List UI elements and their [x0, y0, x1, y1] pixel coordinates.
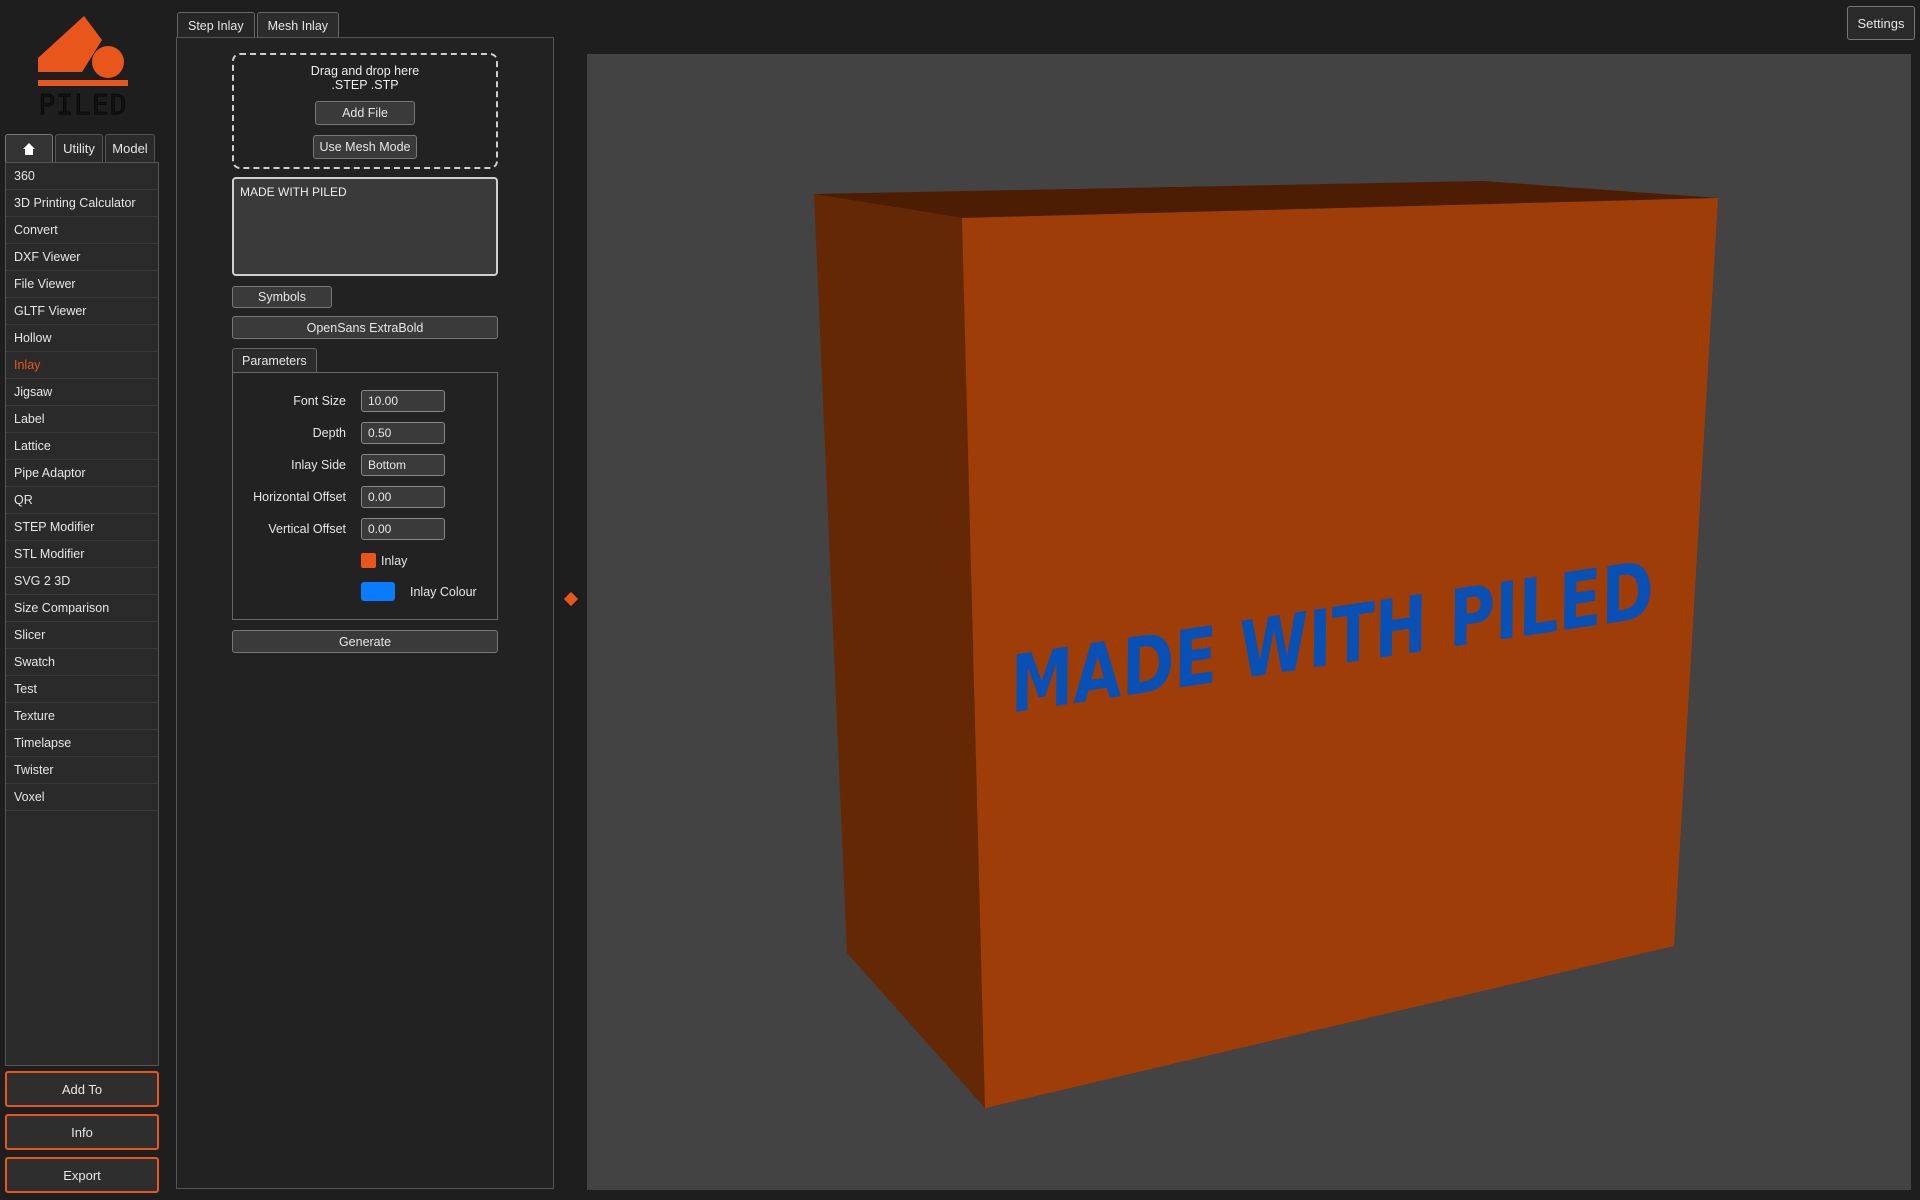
horizontal-offset-label: Horizontal Offset [253, 490, 346, 504]
info-button[interactable]: Info [5, 1114, 159, 1150]
tool-item-stl-modifier[interactable]: STL Modifier [6, 541, 158, 568]
tool-item-svg-2-3d[interactable]: SVG 2 3D [6, 568, 158, 595]
add-to-button[interactable]: Add To [5, 1071, 159, 1107]
add-file-button[interactable]: Add File [315, 101, 415, 125]
tool-item-hollow[interactable]: Hollow [6, 325, 158, 352]
tool-item-dxf-viewer[interactable]: DXF Viewer [6, 244, 158, 271]
3d-viewport[interactable]: MADE WITH PILED [587, 54, 1911, 1190]
home-icon [23, 142, 35, 155]
tool-item-twister[interactable]: Twister [6, 757, 158, 784]
inlay-colour-label: Inlay Colour [410, 585, 477, 599]
tool-list: 360 3D Printing Calculator Convert DXF View… [5, 162, 159, 1066]
tool-item-label[interactable]: Label [6, 406, 158, 433]
tab-utility[interactable]: Utility [55, 134, 103, 162]
tab-model[interactable]: Model [105, 134, 155, 162]
dropzone-instructions: Drag and drop here [310, 64, 420, 78]
depth-field[interactable] [361, 422, 445, 444]
tool-item-voxel[interactable]: Voxel [6, 784, 158, 811]
use-mesh-mode-button[interactable]: Use Mesh Mode [313, 135, 417, 159]
tool-item-texture[interactable]: Texture [6, 703, 158, 730]
settings-button[interactable]: Settings [1847, 6, 1915, 40]
export-button[interactable]: Export [5, 1157, 159, 1193]
tool-item-360[interactable]: 360 [6, 163, 158, 190]
tool-item-file-viewer[interactable]: File Viewer [6, 271, 158, 298]
horizontal-offset-field[interactable] [361, 486, 445, 508]
vertical-offset-field[interactable] [361, 518, 445, 540]
inlay-color-swatch[interactable] [361, 553, 376, 568]
logo-text: PILED [38, 88, 127, 118]
generate-button[interactable]: Generate [232, 630, 498, 653]
symbols-button[interactable]: Symbols [232, 286, 332, 308]
font-select-button[interactable]: OpenSans ExtraBold [232, 316, 498, 339]
tool-item-step-modifier[interactable]: STEP Modifier [6, 514, 158, 541]
tool-item-pipe-adaptor[interactable]: Pipe Adaptor [6, 460, 158, 487]
inlay-side-label: Inlay Side [291, 458, 346, 472]
depth-label: Depth [312, 426, 346, 440]
tool-item-gltf-viewer[interactable]: GLTF Viewer [6, 298, 158, 325]
tab-home[interactable] [5, 134, 53, 162]
inlay-label: Inlay [381, 554, 408, 568]
tool-item-inlay[interactable]: Inlay [6, 352, 158, 379]
tool-item-timelapse[interactable]: Timelapse [6, 730, 158, 757]
tool-item-lattice[interactable]: Lattice [6, 433, 158, 460]
tool-item-size-comparison[interactable]: Size Comparison [6, 595, 158, 622]
tool-item-qr[interactable]: QR [6, 487, 158, 514]
font-size-field[interactable] [361, 390, 445, 412]
tab-parameters[interactable]: Parameters [232, 348, 317, 373]
inlay-colour-swatch[interactable] [361, 582, 395, 601]
tool-item-swatch[interactable]: Swatch [6, 649, 158, 676]
left-tab-bar: Utility Model [5, 134, 155, 162]
tab-step-inlay[interactable]: Step Inlay [177, 12, 255, 38]
tool-item-test[interactable]: Test [6, 676, 158, 703]
box-side-face [814, 194, 985, 1108]
panel-splitter-handle[interactable] [563, 591, 579, 607]
tool-item-slicer[interactable]: Slicer [6, 622, 158, 649]
inlay-side-select[interactable] [361, 454, 445, 476]
tool-item-3d-printing-calculator[interactable]: 3D Printing Calculator [6, 190, 158, 217]
tool-item-jigsaw[interactable]: Jigsaw [6, 379, 158, 406]
inlay-text-input[interactable]: MADE WITH PILED [232, 177, 498, 276]
font-size-label: Font Size [293, 394, 346, 408]
tool-item-convert[interactable]: Convert [6, 217, 158, 244]
piled-logo: PILED [34, 14, 132, 118]
tab-mesh-inlay[interactable]: Mesh Inlay [256, 12, 340, 38]
inlay-mode-tabs: Step Inlay Mesh Inlay [177, 12, 340, 38]
dropzone-formats: .STEP .STP [331, 78, 399, 92]
vertical-offset-label: Vertical Offset [268, 522, 346, 536]
